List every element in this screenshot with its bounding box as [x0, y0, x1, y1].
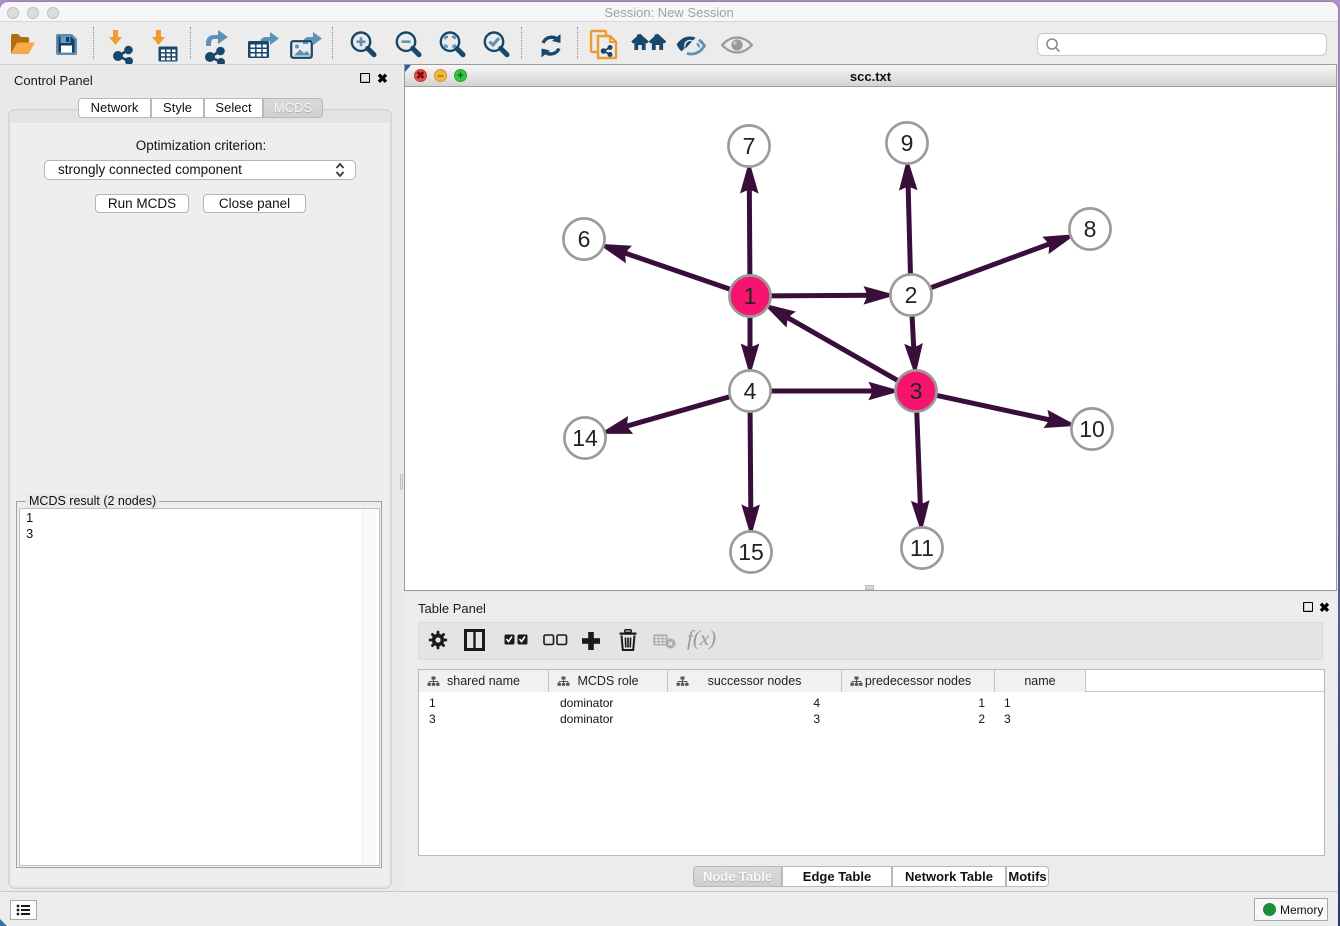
svg-text:14: 14 [572, 425, 598, 451]
svg-text:3: 3 [910, 378, 923, 404]
svg-text:1: 1 [744, 283, 757, 309]
svg-text:6: 6 [578, 226, 591, 252]
svg-text:15: 15 [738, 539, 764, 565]
svg-text:2: 2 [905, 282, 918, 308]
svg-text:11: 11 [910, 535, 934, 561]
svg-text:7: 7 [743, 133, 756, 159]
svg-text:8: 8 [1084, 216, 1097, 242]
svg-text:9: 9 [901, 130, 914, 156]
svg-text:4: 4 [744, 378, 757, 404]
svg-text:10: 10 [1079, 416, 1105, 442]
